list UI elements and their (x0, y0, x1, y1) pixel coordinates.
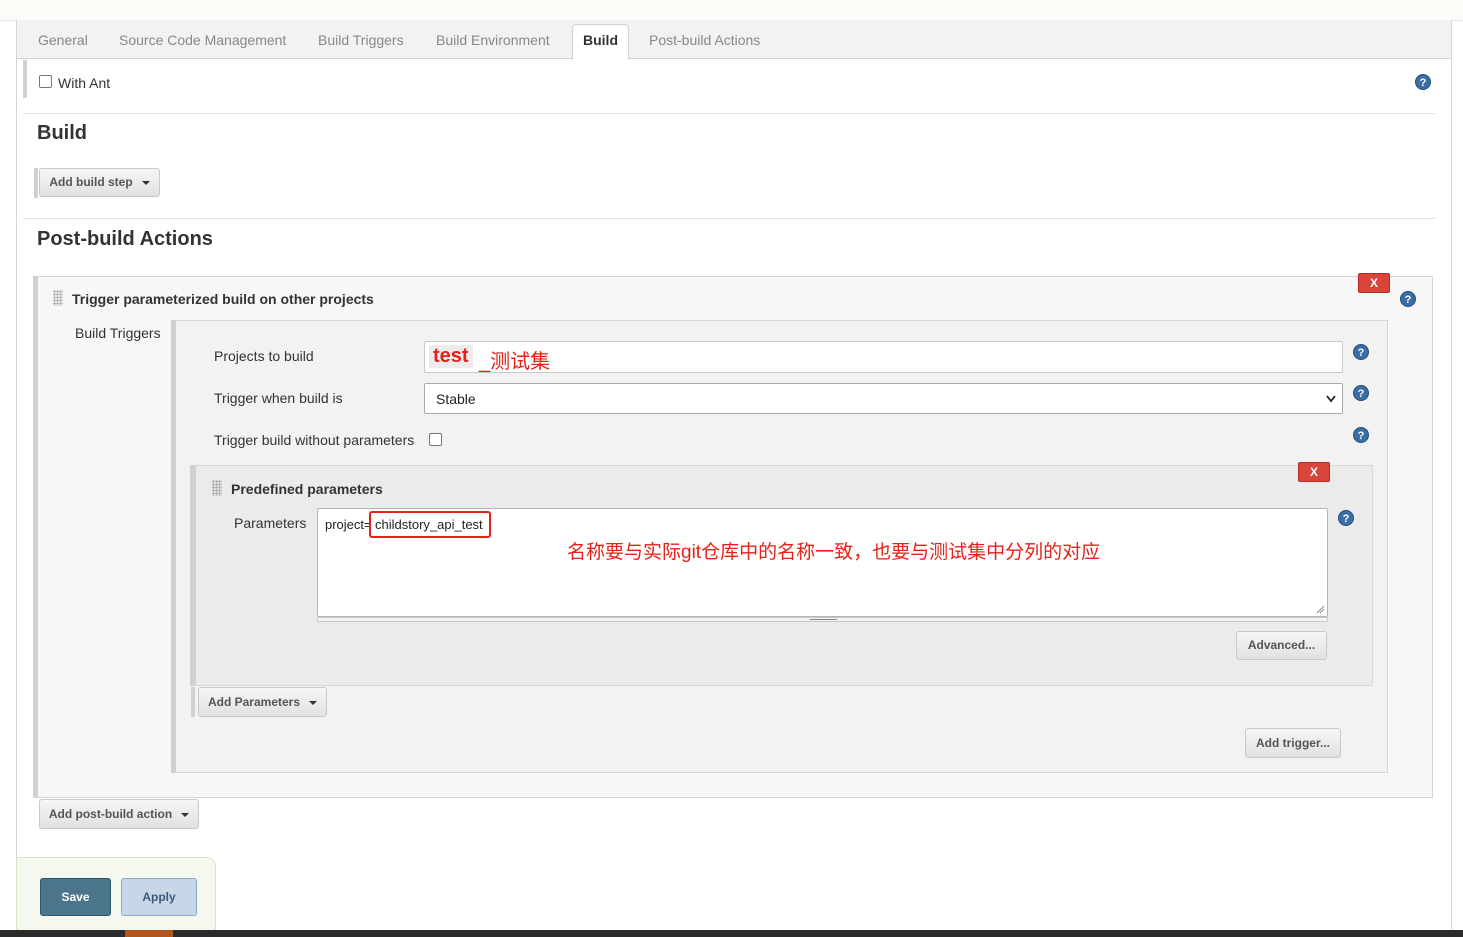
taskbar-strip (0, 930, 1463, 937)
section-left-bar (191, 687, 195, 717)
with-ant-label: With Ant (58, 75, 111, 91)
chevron-down-icon (181, 812, 190, 817)
add-parameters-label: Add Parameters (207, 695, 301, 709)
tab-build-environment[interactable]: Build Environment (436, 20, 550, 58)
apply-button[interactable]: Apply (121, 878, 197, 916)
advanced-button[interactable]: Advanced... (1236, 631, 1327, 660)
trigger-when-help-icon[interactable]: ? (1353, 385, 1369, 401)
tab-general[interactable]: General (38, 20, 88, 58)
chevron-down-icon (1326, 395, 1336, 403)
add-build-step-button[interactable]: Add build step (39, 168, 160, 197)
parameters-value-prefix: project= (325, 517, 372, 532)
parameters-help-icon[interactable]: ? (1338, 510, 1354, 526)
trigger-help-icon[interactable]: ? (1400, 291, 1416, 307)
browser-top-strip (0, 0, 1463, 21)
trigger-panel-title: Trigger parameterized build on other pro… (72, 291, 374, 307)
trigger-when-select[interactable]: Stable (424, 383, 1343, 414)
tab-post-build-actions[interactable]: Post-build Actions (649, 20, 760, 58)
drag-handle-icon[interactable] (53, 290, 63, 306)
config-tabs: General Source Code Management Build Tri… (17, 20, 1451, 60)
resize-handle-icon (810, 619, 837, 620)
save-button[interactable]: Save (40, 878, 111, 916)
drag-handle-icon[interactable] (212, 480, 222, 496)
trigger-when-label: Trigger when build is (214, 390, 343, 406)
config-frame: General Source Code Management Build Tri… (16, 20, 1452, 937)
parameters-value-highlight: childstory_api_test (369, 511, 491, 538)
projects-to-build-input[interactable]: test _测试集 (424, 341, 1343, 373)
tab-build-triggers[interactable]: Build Triggers (318, 20, 404, 58)
divider (23, 218, 1435, 219)
add-post-build-action-button[interactable]: Add post-build action (39, 799, 199, 829)
post-build-heading: Post-build Actions (37, 228, 213, 250)
predefined-parameters-title: Predefined parameters (231, 481, 383, 497)
textarea-resize-bar[interactable] (317, 617, 1328, 622)
add-parameters-button[interactable]: Add Parameters (198, 687, 327, 717)
tab-build[interactable]: Build (572, 24, 629, 60)
section-left-bar (34, 168, 38, 198)
taskbar-accent (125, 930, 173, 937)
chevron-down-icon (309, 700, 318, 705)
trigger-without-params-label: Trigger build without parameters (214, 432, 415, 448)
build-heading: Build (37, 122, 87, 144)
trigger-when-selected-value: Stable (436, 391, 476, 407)
projects-input-value-prefix: test (429, 345, 473, 368)
with-ant-help-icon[interactable]: ? (1415, 74, 1431, 90)
remove-trigger-button[interactable]: X (1358, 273, 1390, 293)
add-trigger-button[interactable]: Add trigger... (1245, 728, 1341, 758)
remove-predefined-button[interactable]: X (1298, 462, 1330, 482)
add-post-build-action-label: Add post-build action (48, 807, 173, 821)
add-build-step-label: Add build step (49, 175, 133, 189)
section-left-bar (23, 60, 27, 98)
projects-to-build-label: Projects to build (214, 348, 314, 364)
with-ant-checkbox[interactable] (39, 75, 52, 88)
projects-help-icon[interactable]: ? (1353, 344, 1369, 360)
annotation-text: 名称要与实际git仓库中的名称一致，也要与测试集中分列的对应 (567, 542, 1101, 563)
trigger-without-params-checkbox[interactable] (429, 433, 442, 446)
parameters-label: Parameters (234, 515, 307, 531)
build-triggers-label: Build Triggers (75, 325, 161, 341)
no-params-help-icon[interactable]: ? (1353, 427, 1369, 443)
resize-grip-icon[interactable] (1316, 605, 1325, 614)
chevron-down-icon (141, 180, 150, 185)
projects-input-value-suffix: _测试集 (479, 351, 551, 373)
tab-source-code-management[interactable]: Source Code Management (119, 20, 286, 58)
parameters-textarea[interactable]: project= childstory_api_test 名称要与实际git仓库… (317, 508, 1328, 617)
divider (23, 113, 1435, 114)
